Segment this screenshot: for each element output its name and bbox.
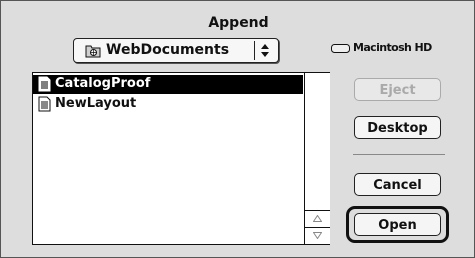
scroll-down-arrow-icon <box>313 232 322 239</box>
open-button[interactable]: Open <box>354 213 441 236</box>
scroll-up-button[interactable] <box>305 210 330 227</box>
volume-label: Macintosh HD <box>353 41 432 54</box>
file-list[interactable]: CatalogProof NewLayout <box>32 72 330 245</box>
folder-icon <box>85 45 101 58</box>
scroll-down-button[interactable] <box>305 227 330 245</box>
hard-disk-icon <box>331 44 350 53</box>
dialog-title: Append <box>208 15 269 31</box>
desktop-button[interactable]: Desktop <box>354 116 441 139</box>
up-down-arrows-icon <box>261 44 269 57</box>
button-divider <box>353 154 445 155</box>
document-icon <box>38 76 51 92</box>
file-name: CatalogProof <box>55 76 151 91</box>
vertical-scrollbar[interactable] <box>304 73 330 244</box>
popup-divider <box>254 41 255 60</box>
document-icon <box>38 96 51 112</box>
list-item[interactable]: NewLayout <box>33 95 303 114</box>
append-dialog: Append WebDocuments Macintosh HD Catalog… <box>0 0 475 258</box>
scroll-up-arrow-icon <box>313 215 322 222</box>
cancel-button[interactable]: Cancel <box>354 173 441 196</box>
file-name: NewLayout <box>55 96 137 111</box>
list-item[interactable]: CatalogProof <box>33 75 303 94</box>
eject-button[interactable]: Eject <box>354 78 441 101</box>
folder-popup-label: WebDocuments <box>106 42 230 58</box>
folder-popup-menu[interactable]: WebDocuments <box>73 38 279 63</box>
